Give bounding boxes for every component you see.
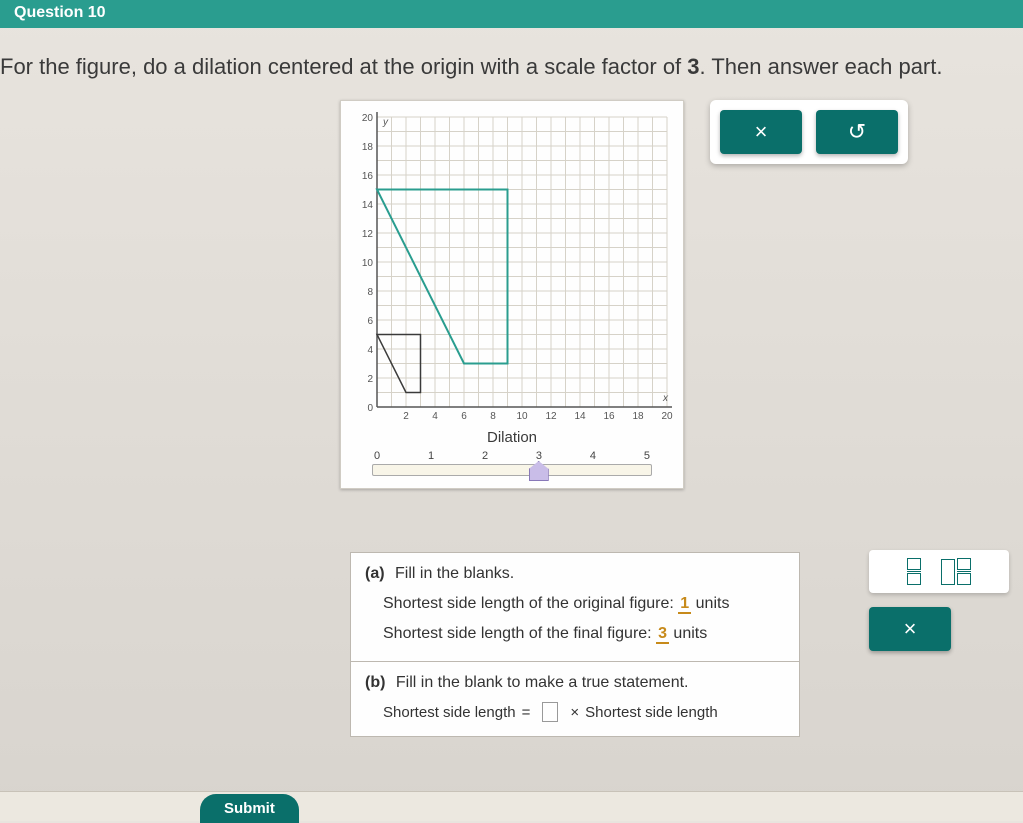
svg-text:4: 4 bbox=[432, 411, 438, 422]
submit-button[interactable]: Submit bbox=[200, 794, 299, 823]
slider-ticks: 0 1 2 3 4 5 bbox=[372, 450, 652, 462]
action-buttons: × ↺ bbox=[710, 100, 908, 164]
svg-text:16: 16 bbox=[362, 171, 374, 182]
svg-text:8: 8 bbox=[490, 411, 496, 422]
line2-after: units bbox=[673, 625, 707, 642]
fraction-tool[interactable] bbox=[907, 558, 921, 585]
prompt-before: For the figure, do a dilation centered a… bbox=[0, 54, 687, 79]
part-b-heading: Fill in the blank to make a true stateme… bbox=[396, 674, 689, 691]
clear-button[interactable]: × bbox=[720, 110, 802, 154]
input-tools: × bbox=[869, 550, 1009, 651]
svg-text:20: 20 bbox=[661, 411, 673, 422]
svg-text:8: 8 bbox=[367, 287, 373, 298]
slider-thumb[interactable] bbox=[529, 461, 549, 481]
question-header: Question 10 bbox=[0, 0, 1023, 28]
answer-panel: (a) Fill in the blanks. Shortest side le… bbox=[350, 552, 800, 737]
svg-text:10: 10 bbox=[362, 258, 374, 269]
svg-text:14: 14 bbox=[574, 411, 586, 422]
mixed-number-tool[interactable] bbox=[941, 558, 971, 585]
part-a-label: (a) bbox=[365, 565, 385, 583]
part-a: (a) Fill in the blanks. Shortest side le… bbox=[351, 553, 799, 662]
svg-text:12: 12 bbox=[545, 411, 557, 422]
part-a-line2: Shortest side length of the final figure… bbox=[383, 625, 785, 643]
final-shortest-input[interactable]: 3 bbox=[656, 625, 669, 644]
slider-label: Dilation bbox=[487, 429, 537, 446]
scale-factor-input[interactable] bbox=[542, 702, 558, 722]
reset-button[interactable]: ↺ bbox=[816, 110, 898, 154]
clear-answer-button[interactable]: × bbox=[869, 607, 951, 651]
line1-before: Shortest side length of the original fig… bbox=[383, 595, 678, 612]
graph-panel: 201816 141210 864 20 246 81012 141618 20… bbox=[340, 100, 684, 489]
slider-track[interactable] bbox=[372, 464, 652, 476]
svg-text:y: y bbox=[382, 117, 389, 128]
svg-text:2: 2 bbox=[367, 374, 373, 385]
part-b: (b) Fill in the blank to make a true sta… bbox=[351, 662, 799, 736]
fraction-toolbar bbox=[869, 550, 1009, 593]
svg-text:10: 10 bbox=[516, 411, 528, 422]
bottom-bar bbox=[0, 791, 1023, 821]
coordinate-plane[interactable]: 201816 141210 864 20 246 81012 141618 20… bbox=[347, 107, 677, 427]
tick-3: 3 bbox=[536, 450, 542, 462]
part-b-label: (b) bbox=[365, 674, 385, 692]
part-a-line1: Shortest side length of the original fig… bbox=[383, 595, 785, 613]
tick-5: 5 bbox=[644, 450, 650, 462]
svg-text:0: 0 bbox=[367, 403, 373, 414]
part-a-heading: Fill in the blanks. bbox=[395, 565, 514, 582]
dilation-slider[interactable]: 0 1 2 3 4 5 bbox=[372, 450, 652, 476]
line1-after: units bbox=[696, 595, 730, 612]
svg-text:x: x bbox=[662, 393, 669, 404]
part-b-equation: Shortest side length = × Shortest side l… bbox=[383, 702, 785, 722]
svg-text:6: 6 bbox=[367, 316, 373, 327]
tick-1: 1 bbox=[428, 450, 434, 462]
question-prompt: For the figure, do a dilation centered a… bbox=[0, 28, 1023, 90]
svg-text:6: 6 bbox=[461, 411, 467, 422]
tick-4: 4 bbox=[590, 450, 596, 462]
tick-2: 2 bbox=[482, 450, 488, 462]
svg-text:20: 20 bbox=[362, 113, 374, 124]
svg-text:12: 12 bbox=[362, 229, 374, 240]
eq-lhs: Shortest side length bbox=[383, 704, 516, 721]
svg-text:4: 4 bbox=[367, 345, 373, 356]
eq-sign: = bbox=[522, 704, 531, 721]
svg-text:16: 16 bbox=[603, 411, 615, 422]
times-sign: × bbox=[570, 704, 579, 721]
svg-text:2: 2 bbox=[403, 411, 409, 422]
line2-before: Shortest side length of the final figure… bbox=[383, 625, 656, 642]
scale-factor: 3 bbox=[687, 54, 699, 79]
prompt-after: . Then answer each part. bbox=[700, 54, 943, 79]
content: 201816 141210 864 20 246 81012 141618 20… bbox=[0, 90, 1023, 489]
original-shortest-input[interactable]: 1 bbox=[678, 595, 691, 614]
eq-rhs: Shortest side length bbox=[585, 704, 718, 721]
svg-text:18: 18 bbox=[632, 411, 644, 422]
svg-text:18: 18 bbox=[362, 142, 374, 153]
svg-text:14: 14 bbox=[362, 200, 374, 211]
question-label: Question 10 bbox=[14, 4, 106, 22]
tick-0: 0 bbox=[374, 450, 380, 462]
